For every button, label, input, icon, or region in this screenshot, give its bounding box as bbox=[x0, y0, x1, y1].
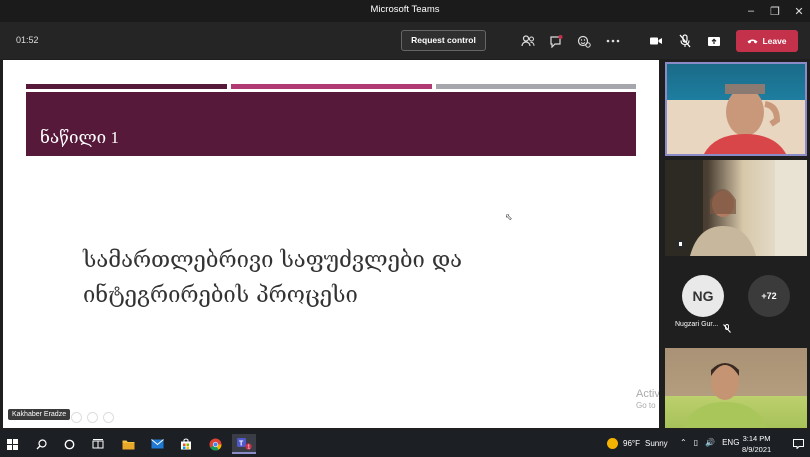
meeting-toolbar: 01:52 Request control Leave bbox=[0, 22, 810, 59]
windows-taskbar: T1 96°F Sunny ⌃ ▯ 🔊 ENG 3:14 PM 8/9/2021 bbox=[0, 430, 810, 457]
clock-time: 3:14 PM bbox=[742, 434, 771, 443]
restore-icon[interactable]: ❐ bbox=[762, 0, 788, 22]
store-icon[interactable] bbox=[174, 434, 198, 454]
svg-text:T: T bbox=[239, 441, 244, 448]
camera-icon[interactable] bbox=[646, 31, 666, 51]
participant-gallery: NG +72 Nugzari Gur... bbox=[660, 59, 810, 430]
sun-icon bbox=[607, 438, 618, 449]
more-icon[interactable] bbox=[103, 412, 114, 423]
watermark-line-2: Go to bbox=[636, 401, 656, 410]
activate-windows-watermark: Activ Go to bbox=[636, 388, 659, 412]
zoom-icon[interactable] bbox=[87, 412, 98, 423]
presentation-slide: ნაწილი 1 სამართლებრივი საფუძვლები და ინტ… bbox=[3, 60, 659, 428]
windows-start-icon[interactable] bbox=[0, 434, 24, 454]
slide-body-line-2: ინტეგრირების პროცესი bbox=[83, 283, 358, 308]
more-participants-button[interactable]: +72 bbox=[748, 275, 790, 317]
watermark-line-1: Activ bbox=[636, 388, 659, 400]
participants-icon[interactable] bbox=[518, 31, 538, 51]
teams-taskbar-icon[interactable]: T1 bbox=[232, 434, 256, 454]
participant-video-frame-3 bbox=[683, 363, 767, 428]
slide-title-banner: ნაწილი 1 bbox=[26, 92, 636, 156]
reactions-icon[interactable] bbox=[574, 31, 594, 51]
request-control-button[interactable]: Request control bbox=[401, 30, 486, 51]
window-title: Microsoft Teams bbox=[370, 4, 440, 15]
meeting-timer: 01:52 bbox=[16, 35, 39, 45]
participant-video-frame-2 bbox=[665, 160, 807, 256]
mouse-pointer-icon: ⬁ bbox=[505, 212, 513, 222]
chrome-icon[interactable] bbox=[203, 434, 227, 454]
participant-name-label: Nugzari Gur... bbox=[675, 321, 719, 328]
more-options-icon[interactable] bbox=[603, 31, 623, 51]
mail-icon[interactable] bbox=[145, 434, 169, 454]
search-icon[interactable] bbox=[29, 434, 53, 454]
chat-icon[interactable] bbox=[546, 31, 566, 51]
slide-control-icon[interactable] bbox=[71, 412, 82, 423]
phone-hangup-icon bbox=[747, 36, 758, 46]
notification-center-icon[interactable] bbox=[786, 434, 810, 454]
taskbar-clock[interactable]: 3:14 PM 8/9/2021 bbox=[742, 433, 771, 455]
weather-condition: Sunny bbox=[644, 439, 668, 448]
volume-icon[interactable]: 🔊 bbox=[705, 438, 715, 447]
teams-notification-badge: 1 bbox=[247, 445, 250, 450]
clock-date: 8/9/2021 bbox=[742, 445, 772, 454]
chevron-up-icon[interactable]: ⌃ bbox=[680, 438, 687, 447]
mic-muted-icon[interactable] bbox=[675, 31, 695, 51]
file-explorer-icon[interactable] bbox=[116, 434, 140, 454]
language-indicator[interactable]: ENG bbox=[722, 438, 739, 447]
presenter-name-tag: Kakhaber Eradze bbox=[8, 409, 71, 420]
participant-avatar[interactable]: NG bbox=[682, 275, 724, 317]
participant-video-2[interactable] bbox=[665, 160, 807, 256]
system-tray: ⌃ ▯ 🔊 ENG bbox=[680, 438, 739, 447]
weather-widget[interactable]: 96°F Sunny bbox=[607, 438, 668, 449]
participant-video-3[interactable] bbox=[665, 348, 807, 428]
participant-video-1[interactable] bbox=[665, 62, 807, 156]
shared-content-stage: ნაწილი 1 სამართლებრივი საფუძვლები და ინტ… bbox=[0, 59, 660, 430]
task-view-icon[interactable] bbox=[86, 434, 110, 454]
participant-video-frame-1 bbox=[704, 84, 786, 154]
slide-body-text: სამართლებრივი საფუძვლები და ინტეგრირების… bbox=[83, 243, 563, 313]
cortana-icon[interactable] bbox=[57, 434, 81, 454]
title-bar: Microsoft Teams – ❐ ✕ bbox=[0, 0, 810, 22]
minimize-icon[interactable]: – bbox=[738, 0, 764, 22]
close-icon[interactable]: ✕ bbox=[786, 0, 810, 22]
weather-temperature: 96°F bbox=[623, 439, 640, 448]
slide-accent-bar-3 bbox=[436, 84, 636, 89]
participant-mic-off-icon bbox=[723, 320, 731, 338]
battery-icon[interactable]: ▯ bbox=[694, 438, 698, 447]
slide-accent-bar-2 bbox=[231, 84, 432, 89]
leave-button[interactable]: Leave bbox=[736, 30, 798, 52]
share-screen-icon[interactable] bbox=[704, 31, 724, 51]
slide-accent-bar-1 bbox=[26, 84, 227, 89]
slide-controls bbox=[71, 412, 114, 423]
leave-label: Leave bbox=[762, 36, 787, 46]
slide-body-line-1: სამართლებრივი საფუძვლები და bbox=[83, 248, 463, 273]
slide-section-title: ნაწილი 1 bbox=[40, 128, 119, 147]
